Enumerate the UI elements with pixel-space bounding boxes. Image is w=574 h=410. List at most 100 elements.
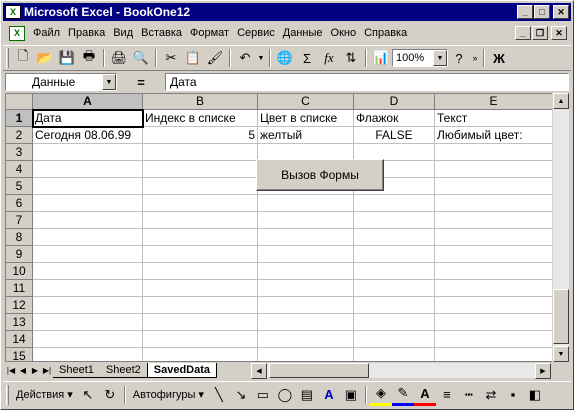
cell-d13[interactable] — [354, 314, 435, 331]
cell-a6[interactable] — [33, 195, 143, 212]
cell-b14[interactable] — [143, 331, 258, 348]
cell-d10[interactable] — [354, 263, 435, 280]
cell-c14[interactable] — [258, 331, 354, 348]
cell-b4[interactable] — [143, 161, 258, 178]
clipart-icon[interactable]: ▣ — [340, 384, 362, 406]
arrow-style-icon[interactable]: ⇄ — [480, 384, 502, 406]
chevron-down-icon[interactable]: ▼ — [102, 74, 116, 90]
chart-wizard-icon[interactable]: 📊 — [370, 47, 392, 69]
scroll-left-icon[interactable]: ◀ — [251, 363, 267, 379]
cell-b11[interactable] — [143, 280, 258, 297]
paste-icon[interactable]: 📋 — [182, 47, 204, 69]
workbook-icon[interactable]: X — [9, 25, 25, 41]
row-header-9[interactable]: 9 — [6, 246, 33, 263]
next-sheet-icon[interactable]: ▶ — [29, 364, 41, 378]
oval-icon[interactable]: ◯ — [274, 384, 296, 406]
chevron-down-icon[interactable]: ▼ — [433, 50, 447, 66]
cell-a11[interactable] — [33, 280, 143, 297]
cell-e14[interactable] — [435, 331, 553, 348]
maximize-button[interactable]: □ — [534, 5, 550, 19]
spreadsheet-grid[interactable]: A B C D E 1 Дата Индекс в списке Цвет в спи… — [5, 93, 569, 362]
font-color-icon[interactable]: A — [413, 384, 436, 406]
cell-c8[interactable] — [258, 229, 354, 246]
dash-style-icon[interactable]: ┅ — [458, 384, 480, 406]
line-color-icon[interactable]: ✎ — [391, 384, 414, 406]
doc-close-button[interactable]: ✕ — [551, 26, 567, 40]
toolbar-options-icon[interactable]: » — [470, 47, 480, 69]
row-header-10[interactable]: 10 — [6, 263, 33, 280]
cell-d8[interactable] — [354, 229, 435, 246]
fill-color-icon[interactable]: ◈ — [369, 384, 392, 406]
column-header-a[interactable]: A — [33, 94, 143, 110]
cell-d7[interactable] — [354, 212, 435, 229]
select-objects-icon[interactable]: ↖ — [77, 384, 99, 406]
menu-file[interactable]: Файл — [29, 27, 64, 39]
format-painter-icon[interactable]: 🖌 — [204, 47, 226, 69]
minimize-button[interactable]: _ — [517, 5, 533, 19]
row-header-1[interactable]: 1 — [6, 110, 33, 127]
cell-d1[interactable]: Флажок — [354, 110, 435, 127]
cell-d6[interactable] — [354, 195, 435, 212]
cell-a8[interactable] — [33, 229, 143, 246]
print-preview-icon[interactable]: 🖶 — [78, 47, 100, 69]
cell-a7[interactable] — [33, 212, 143, 229]
row-header-11[interactable]: 11 — [6, 280, 33, 297]
arrow-icon[interactable]: ↘ — [230, 384, 252, 406]
column-header-e[interactable]: E — [435, 94, 553, 110]
menu-data[interactable]: Данные — [279, 27, 327, 39]
shadow-icon[interactable]: ▪ — [502, 384, 524, 406]
save-icon[interactable]: 💾 — [56, 47, 78, 69]
row-header-4[interactable]: 4 — [6, 161, 33, 178]
actions-menu[interactable]: Действия ▾ — [12, 388, 77, 402]
cell-b1[interactable]: Индекс в списке — [143, 110, 258, 127]
cell-a12[interactable] — [33, 297, 143, 314]
zoom-select[interactable]: 100% ▼ — [392, 49, 448, 67]
horizontal-scrollbar[interactable]: ◀ ▶ — [251, 363, 551, 379]
new-icon[interactable]: 🗋 — [12, 47, 34, 69]
cell-e1[interactable]: Текст — [435, 110, 553, 127]
cell-e8[interactable] — [435, 229, 553, 246]
scroll-up-icon[interactable]: ▲ — [553, 93, 569, 109]
menu-tools[interactable]: Сервис — [233, 27, 279, 39]
cell-a2[interactable]: Сегодня 08.06.99 — [33, 127, 143, 144]
cell-b12[interactable] — [143, 297, 258, 314]
textbox-icon[interactable]: ▤ — [296, 384, 318, 406]
menu-help[interactable]: Справка — [360, 27, 411, 39]
cell-c15[interactable] — [258, 348, 354, 361]
doc-restore-button[interactable]: ❐ — [532, 26, 548, 40]
cell-e7[interactable] — [435, 212, 553, 229]
scroll-thumb[interactable] — [553, 289, 569, 344]
cell-a9[interactable] — [33, 246, 143, 263]
cell-d12[interactable] — [354, 297, 435, 314]
line-icon[interactable]: ╲ — [208, 384, 230, 406]
cell-c7[interactable] — [258, 212, 354, 229]
row-header-3[interactable]: 3 — [6, 144, 33, 161]
autosum-icon[interactable]: Σ — [296, 47, 318, 69]
cell-d9[interactable] — [354, 246, 435, 263]
cell-c9[interactable] — [258, 246, 354, 263]
cell-a4[interactable] — [33, 161, 143, 178]
cell-c12[interactable] — [258, 297, 354, 314]
cell-e3[interactable] — [435, 144, 553, 161]
cell-c13[interactable] — [258, 314, 354, 331]
scroll-right-icon[interactable]: ▶ — [535, 363, 551, 379]
sort-icon[interactable]: ⇅ — [340, 47, 362, 69]
undo-dropdown-icon[interactable]: ▼ — [256, 47, 266, 69]
cell-b13[interactable] — [143, 314, 258, 331]
cell-c2[interactable]: желтый — [258, 127, 354, 144]
cell-b2[interactable]: 5 — [143, 127, 258, 144]
cell-e2[interactable]: Любимый цвет: — [435, 127, 553, 144]
free-rotate-icon[interactable]: ↻ — [99, 384, 121, 406]
preview-icon[interactable]: 🔍 — [130, 47, 152, 69]
formula-input[interactable]: Дата — [165, 73, 569, 91]
call-form-button[interactable]: Вызов Формы — [256, 159, 384, 191]
close-button[interactable]: ✕ — [553, 5, 569, 19]
first-sheet-icon[interactable]: |◀ — [5, 364, 17, 378]
cell-c6[interactable] — [258, 195, 354, 212]
cell-b6[interactable] — [143, 195, 258, 212]
cell-e11[interactable] — [435, 280, 553, 297]
equals-button[interactable]: = — [117, 75, 165, 90]
autoshapes-menu[interactable]: Автофигуры ▾ — [129, 388, 208, 402]
hscroll-thumb[interactable] — [269, 363, 369, 378]
cell-c10[interactable] — [258, 263, 354, 280]
